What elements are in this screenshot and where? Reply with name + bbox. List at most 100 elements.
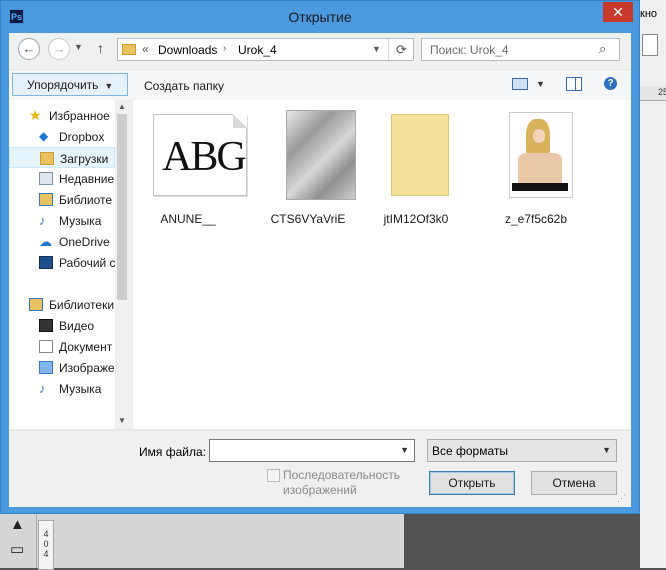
background-toolbox: ▲ ▭ <box>0 514 37 568</box>
nav-item-recent[interactable]: Недавние <box>9 168 115 189</box>
organize-label: Упорядочить <box>27 78 99 92</box>
shape-tool-icon[interactable]: ▭ <box>10 540 24 558</box>
change-view-icon[interactable] <box>512 78 528 90</box>
font-preview-text: ABG <box>162 134 247 180</box>
nav-item-label: Музыка <box>59 382 102 396</box>
filename-input[interactable]: ▼ <box>209 439 415 462</box>
background-box <box>642 34 658 56</box>
address-bar[interactable]: « Downloads › Urok_4 ▼ ⟳ <box>117 38 414 61</box>
nav-item-label: Dropbox <box>59 130 105 144</box>
file-name: z_e7f5c62b <box>504 212 568 226</box>
photo-table <box>512 183 568 191</box>
close-button[interactable]: ✕ <box>603 2 633 22</box>
file-name: jtIM12Of3k0 <box>383 212 449 226</box>
music-icon: ♪ <box>39 213 46 228</box>
ruler-number: 25 <box>658 87 666 97</box>
nav-item-onedrive[interactable]: ☁ OneDrive <box>9 231 115 252</box>
music-icon: ♪ <box>39 381 46 396</box>
nav-item-desktop[interactable]: Рабочий с <box>9 252 116 273</box>
nav-item-label: Библиоте <box>59 193 113 207</box>
nav-item-video[interactable]: Видео <box>9 315 115 336</box>
file-item[interactable]: jtIM12Of3k0 <box>361 108 471 228</box>
photo-body <box>518 153 562 185</box>
forward-button[interactable]: → <box>48 38 70 60</box>
nav-item-library[interactable]: Библиоте <box>9 189 115 210</box>
document-icon <box>39 340 53 353</box>
address-dropdown-icon[interactable]: ▼ <box>372 44 381 54</box>
breadcrumb-downloads[interactable]: Downloads <box>158 43 217 57</box>
background-vertical-ruler: 4 0 4 <box>38 520 54 570</box>
folder-icon <box>122 44 136 55</box>
dialog-client: ← → ▼ ↑ « Downloads › Urok_4 ▼ ⟳ Поиск: … <box>9 33 631 507</box>
nav-item-label: Изображе <box>59 361 115 375</box>
breadcrumb-separator-icon[interactable]: › <box>223 43 226 54</box>
background-canvas-strip <box>0 514 404 568</box>
scrollbar-thumb[interactable] <box>117 114 127 300</box>
open-button[interactable]: Открыть <box>429 471 515 495</box>
format-select[interactable]: Все форматы ▼ <box>427 439 617 462</box>
navigation-pane: ★ Избранное ◆ Dropbox Загрузки Недавние … <box>9 100 129 429</box>
view-options-chevron-icon[interactable]: ▼ <box>536 79 545 89</box>
nav-item-label: Библиотеки <box>49 298 115 312</box>
file-item[interactable]: CTS6VYaVriE <box>253 108 363 228</box>
chevron-down-icon: ▼ <box>104 81 114 91</box>
scroll-up-icon[interactable]: ▲ <box>118 102 126 111</box>
nav-item-images[interactable]: Изображе <box>9 357 115 378</box>
file-name: ANUNE__ <box>160 212 216 226</box>
nav-item-downloads[interactable]: Загрузки <box>9 147 115 168</box>
back-button[interactable]: ← <box>18 38 40 60</box>
search-box[interactable]: Поиск: Urok_4 ⌕ <box>421 38 620 61</box>
yellow-paper-thumbnail <box>391 114 449 196</box>
page-fold <box>233 114 247 128</box>
format-dropdown-icon[interactable]: ▼ <box>602 445 611 455</box>
organize-button[interactable]: Упорядочить ▼ <box>12 73 128 96</box>
nav-item-music-library[interactable]: ♪ Музыка <box>9 378 115 399</box>
photo-thumbnail <box>509 112 573 198</box>
nav-item-dropbox[interactable]: ◆ Dropbox <box>9 126 115 147</box>
nav-item-label: Видео <box>59 319 95 333</box>
image-sequence-checkbox[interactable] <box>267 469 280 482</box>
breadcrumb-urok4[interactable]: Urok_4 <box>238 43 277 57</box>
nav-item-label: Избранное <box>49 109 110 123</box>
command-toolbar: Упорядочить ▼ Создать папку ▼ ? <box>9 69 631 101</box>
breadcrumb-overflow[interactable]: « <box>142 42 149 56</box>
background-ruler: 25 <box>640 86 666 101</box>
refresh-button[interactable]: ⟳ <box>388 39 414 60</box>
scroll-down-icon[interactable]: ▼ <box>118 416 126 425</box>
star-icon: ★ <box>29 107 42 123</box>
ruler-number: 4 <box>43 549 49 559</box>
nav-item-label: Рабочий с <box>59 256 116 270</box>
ruler-number: 4 <box>43 529 49 539</box>
up-button[interactable]: ↑ <box>97 40 104 56</box>
recent-locations-chevron-icon[interactable]: ▼ <box>74 42 83 52</box>
nav-item-documents[interactable]: Документ <box>9 336 115 357</box>
title-bar[interactable]: Ps Открытие ✕ <box>1 1 639 33</box>
background-app-panel: кно 25 <box>640 0 666 568</box>
file-item[interactable]: z_e7f5c62b <box>481 108 591 228</box>
help-icon[interactable]: ? <box>604 77 617 90</box>
file-item[interactable]: ABG ANUNE__ <box>133 108 247 228</box>
background-workspace <box>404 514 640 568</box>
nav-item-label: Документ <box>59 340 113 354</box>
move-tool-icon[interactable]: ▲ <box>10 516 25 533</box>
nav-item-music[interactable]: ♪ Музыка <box>9 210 115 231</box>
filename-dropdown-icon[interactable]: ▼ <box>400 445 409 455</box>
resize-grip-icon[interactable]: ⋰ <box>617 493 626 504</box>
image-icon <box>39 361 53 374</box>
search-icon[interactable]: ⌕ <box>599 41 606 57</box>
cancel-button[interactable]: Отмена <box>531 471 617 495</box>
desktop-icon <box>39 256 53 269</box>
preview-pane-icon[interactable] <box>566 77 582 91</box>
library-icon <box>39 193 53 206</box>
file-list: ABG ANUNE__ CTS6VYaVriE jtIM12Of3k0 z_e7… <box>133 100 631 429</box>
nav-item-label: OneDrive <box>59 235 110 249</box>
nav-item-label: Музыка <box>59 214 102 228</box>
onedrive-icon: ☁ <box>39 234 52 249</box>
nav-item-favorites[interactable]: ★ Избранное <box>9 105 115 126</box>
nav-scrollbar[interactable]: ▲ ▼ <box>115 100 129 429</box>
nav-item-label: Загрузки <box>60 152 109 166</box>
new-folder-button[interactable]: Создать папку <box>144 79 224 93</box>
file-name: CTS6VYaVriE <box>270 212 346 226</box>
nav-item-libraries[interactable]: Библиотеки <box>9 294 115 315</box>
video-icon <box>39 319 53 332</box>
